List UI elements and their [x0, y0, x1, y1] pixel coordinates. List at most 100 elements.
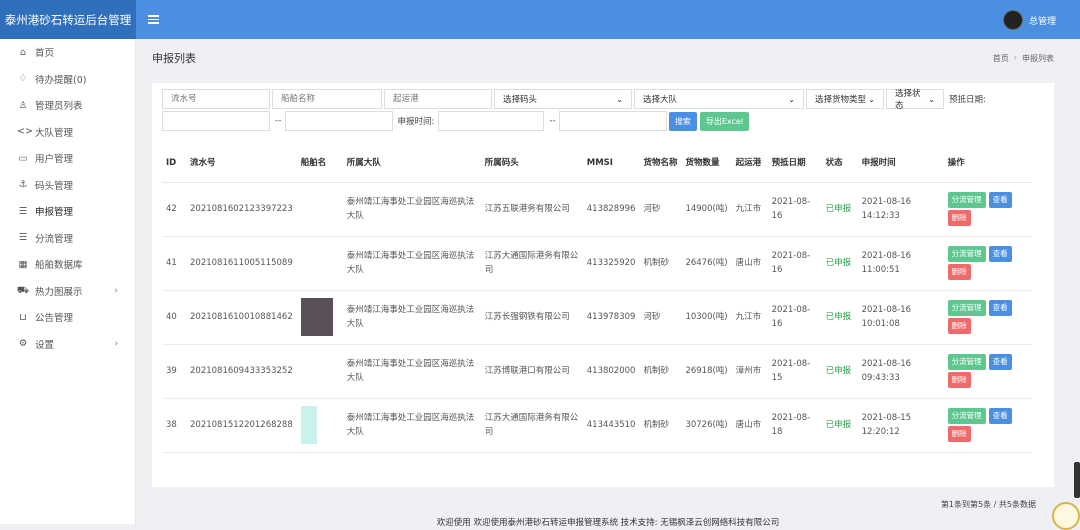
cell-team: 泰州靖江海事处工业园区海巡执法大队 — [342, 398, 481, 453]
declare-time-start[interactable] — [438, 111, 545, 131]
ship-name-input[interactable] — [272, 89, 382, 109]
export-excel-button[interactable]: 导出Excel — [699, 111, 750, 131]
sidebar-item-teams[interactable]: <> 大队管理 — [0, 119, 135, 146]
gear-icon: ⚙ — [18, 338, 28, 350]
page-title: 申报列表 — [152, 52, 196, 65]
status-select[interactable]: 选择状态 ⌄ — [886, 89, 944, 111]
origin-port-input[interactable] — [384, 89, 492, 109]
chevron-right-icon: › — [114, 338, 118, 349]
delete-button[interactable]: 删除 — [947, 426, 971, 442]
calendar-icon: ▦ — [18, 258, 28, 270]
app-title[interactable]: 泰州港砂石转运后台管理 — [0, 0, 136, 39]
divert-button[interactable]: 分流管理 — [947, 192, 986, 208]
sidebar-item-users[interactable]: ▭ 用户管理 — [0, 145, 135, 172]
arrival-date-start[interactable] — [162, 111, 270, 131]
view-button[interactable]: 查看 — [988, 246, 1012, 262]
floating-badge-icon[interactable] — [1052, 502, 1080, 530]
cell-time: 2021-08-16 10:01:08 — [857, 290, 944, 345]
main-content: 申报列表 首页 › 申报列表 选择码头⌄ 选择大队⌄ 选择货物类型⌄ 选择状态⌄… — [136, 39, 1080, 530]
breadcrumb-separator: › — [1013, 52, 1017, 62]
home-icon: ⌂ — [19, 46, 27, 58]
cell-mmsi: 413802000 — [582, 344, 640, 399]
cell-team: 泰州靖江海事处工业园区海巡执法大队 — [342, 236, 481, 291]
cell-cargo: 机制砂 — [639, 344, 682, 399]
basket-icon: ⊔ — [19, 311, 27, 323]
cargo-select[interactable]: 选择货物类型 ⌄ — [806, 89, 884, 109]
cell-serial: 2021081602123397223 — [186, 182, 297, 237]
sidebar-item-ship-db[interactable]: ▦ 船舶数据库 — [0, 251, 135, 278]
range-dash: -- — [549, 116, 556, 126]
sidebar-item-heatmap[interactable]: ⛟ 热力图展示 › — [0, 278, 135, 305]
car-icon: ⛟ — [17, 284, 29, 296]
divert-button[interactable]: 分流管理 — [947, 246, 986, 262]
bell-icon: ♢ — [18, 73, 28, 85]
avatar[interactable] — [1002, 10, 1023, 30]
sidebar-item-diversion[interactable]: ☰ 分流管理 — [0, 225, 135, 252]
sidebar-item-label: 大队管理 — [35, 127, 74, 139]
delete-button[interactable]: 删除 — [947, 264, 971, 280]
sidebar-item-label: 待办提醒(0) — [35, 74, 87, 86]
divert-button[interactable]: 分流管理 — [947, 300, 986, 316]
view-button[interactable]: 查看 — [988, 192, 1012, 208]
menu-toggle-icon[interactable] — [148, 15, 159, 24]
cell-qty: 10300(吨) — [681, 290, 732, 345]
list-icon: ☰ — [18, 205, 28, 217]
cell-dock: 江苏长强钢铁有限公司 — [480, 290, 583, 345]
col-origin: 起运港 — [731, 144, 768, 183]
cell-time: 2021-08-16 11:00:51 — [857, 236, 944, 291]
cell-id: 42 — [162, 182, 186, 237]
anchor-icon: ⚓ — [18, 179, 28, 191]
cell-actions: 分流管理 查看 删除 — [943, 398, 1032, 453]
breadcrumb-home[interactable]: 首页 — [993, 53, 1009, 64]
sidebar-item-declarations[interactable]: ☰ 申报管理 — [0, 198, 135, 225]
col-mmsi: MMSI — [582, 144, 640, 183]
status-badge: 已申报 — [821, 398, 858, 453]
table-row: 39 2021081609433353252 泰州靖江海事处工业园区海巡执法大队… — [162, 344, 1032, 399]
delete-button[interactable]: 删除 — [947, 210, 971, 226]
view-button[interactable]: 查看 — [988, 354, 1012, 370]
sidebar-item-reminders[interactable]: ♢ 待办提醒(0) — [0, 66, 135, 93]
cell-origin: 唐山市 — [731, 398, 768, 453]
search-button[interactable]: 搜索 — [668, 111, 697, 131]
user-name[interactable]: 总管理 — [1029, 14, 1056, 27]
sidebar-item-label: 用户管理 — [35, 154, 74, 166]
dock-select[interactable]: 选择码头 ⌄ — [494, 89, 632, 109]
col-status: 状态 — [821, 144, 858, 183]
delete-button[interactable]: 删除 — [947, 372, 971, 388]
serial-input[interactable] — [162, 89, 270, 109]
cell-cargo: 河砂 — [639, 182, 682, 237]
sidebar-item-settings[interactable]: ⚙ 设置 › — [0, 331, 135, 358]
status-badge: 已申报 — [821, 182, 858, 237]
declare-time-end[interactable] — [558, 111, 667, 131]
view-button[interactable]: 查看 — [988, 300, 1012, 316]
user-menu[interactable]: 总管理 — [1002, 10, 1056, 30]
cell-id: 41 — [162, 236, 186, 291]
view-button[interactable]: 查看 — [988, 408, 1012, 424]
cell-serial: 2021081512201268288 — [186, 398, 297, 453]
col-team: 所属大队 — [342, 144, 481, 183]
cell-cargo: 机制砂 — [639, 236, 682, 291]
sidebar-item-docks[interactable]: ⚓ 码头管理 — [0, 172, 135, 199]
divert-button[interactable]: 分流管理 — [947, 354, 986, 370]
cell-time: 2021-08-16 14:12:33 — [857, 182, 944, 237]
team-select[interactable]: 选择大队 ⌄ — [634, 89, 804, 109]
cell-actions: 分流管理 查看 删除 — [943, 290, 1032, 345]
declaration-table: ID 流水号 船舶名 所属大队 所属码头 MMSI 货物名称 货物数量 起运港 … — [162, 144, 1032, 453]
sidebar-item-home[interactable]: ⌂ 首页 — [0, 39, 135, 66]
cell-arrival: 2021-08-16 — [767, 290, 822, 345]
arrival-date-end[interactable] — [284, 111, 393, 131]
cargo-select-value: 选择货物类型 — [815, 95, 867, 105]
sidebar-item-admins[interactable]: ♙ 管理员列表 — [0, 92, 135, 119]
sidebar-item-label: 船舶数据库 — [35, 260, 83, 272]
sidebar-item-label: 热力图展示 — [35, 286, 83, 298]
id-card-icon: ▭ — [18, 152, 28, 164]
sidebar: ⌂ 首页 ♢ 待办提醒(0) ♙ 管理员列表 <> 大队管理 ▭ 用户管理 ⚓ 码头管理 ☰… — [0, 39, 136, 524]
delete-button[interactable]: 删除 — [947, 318, 971, 334]
chevron-down-icon: ⌄ — [788, 94, 795, 104]
col-serial: 流水号 — [186, 144, 297, 183]
scrollbar[interactable] — [1074, 462, 1080, 498]
sidebar-item-notices[interactable]: ⊔ 公告管理 — [0, 304, 135, 331]
divert-button[interactable]: 分流管理 — [947, 408, 986, 424]
cell-id: 40 — [162, 290, 186, 345]
cell-ship — [296, 290, 343, 345]
